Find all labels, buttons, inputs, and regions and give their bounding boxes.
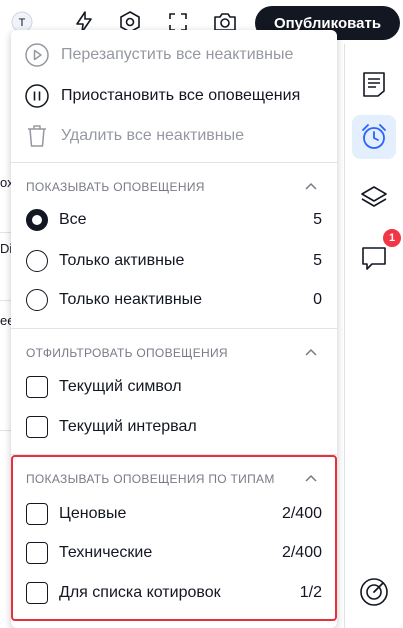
filter-alerts-section-title: ОТФИЛЬТРОВАТЬ ОПОВЕЩЕНИЯ [26, 346, 228, 360]
option-count: 1/2 [299, 584, 322, 601]
pause-all-action[interactable]: Приостановить все оповещения [23, 77, 333, 115]
chevron-up-icon[interactable] [304, 181, 318, 191]
option-count: 5 [313, 211, 322, 228]
option-label: Текущий символ [59, 378, 182, 395]
action-label: Приостановить все оповещения [61, 87, 301, 104]
menu-divider [11, 328, 337, 329]
right-sidebar: 1 [344, 44, 403, 628]
option-label: Текущий интервал [59, 418, 197, 435]
radio-button[interactable] [26, 289, 48, 311]
option-label: Ценовые [59, 505, 127, 522]
checkbox[interactable] [26, 503, 48, 525]
delete-inactive-action[interactable]: Удалить все неактивные [23, 117, 333, 155]
price-alerts-option[interactable]: Ценовые 2/400 [26, 499, 322, 529]
alarm-clock-icon [362, 124, 386, 149]
target-icon [360, 578, 388, 606]
checkbox[interactable] [26, 416, 48, 438]
menu-divider [11, 162, 337, 163]
show-active-option[interactable]: Только активные 5 [26, 246, 322, 276]
radio-button[interactable] [26, 209, 48, 231]
layers-icon [361, 186, 387, 207]
notification-badge: 1 [383, 229, 401, 247]
play-circle-icon [23, 41, 51, 69]
watchlist-button[interactable] [352, 62, 396, 106]
show-inactive-option[interactable]: Только неактивные 0 [26, 285, 322, 315]
action-label: Перезапустить все неактивные [61, 46, 294, 63]
option-label: Для списка котировок [59, 584, 221, 601]
trash-icon [23, 122, 51, 150]
option-label: Только активные [59, 252, 185, 269]
radio-button[interactable] [26, 250, 48, 272]
chats-button[interactable]: 1 [352, 229, 401, 280]
option-count: 5 [313, 252, 322, 269]
option-label: Технические [59, 544, 153, 561]
action-label: Удалить все неактивные [61, 127, 245, 144]
target-button[interactable] [352, 570, 396, 614]
show-alerts-section-title: ПОКАЗЫВАТЬ ОПОВЕЩЕНИЯ [26, 180, 205, 194]
option-count: 2/400 [281, 505, 322, 522]
checkbox[interactable] [26, 376, 48, 398]
checkbox[interactable] [26, 582, 48, 604]
option-label: Все [59, 211, 87, 228]
current-symbol-option[interactable]: Текущий символ [26, 372, 322, 402]
checkbox[interactable] [26, 542, 48, 564]
chevron-up-icon[interactable] [304, 473, 318, 483]
chevron-up-icon[interactable] [304, 347, 318, 357]
option-count: 0 [313, 291, 322, 308]
show-all-option[interactable]: Все 5 [26, 205, 322, 235]
chat-icon [362, 247, 386, 270]
object-tree-button[interactable] [352, 175, 396, 219]
watchlist-icon [363, 72, 385, 97]
alerts-menu: Перезапустить все неактивные Приостанови… [11, 30, 337, 628]
svg-text:T: T [19, 17, 26, 29]
option-count: 2/400 [281, 544, 322, 561]
watchlist-alerts-option[interactable]: Для списка котировок 1/2 [26, 578, 322, 608]
current-interval-option[interactable]: Текущий интервал [26, 412, 322, 442]
pause-circle-icon [23, 82, 51, 110]
technical-alerts-option[interactable]: Технические 2/400 [26, 538, 322, 568]
types-section-title: ПОКАЗЫВАТЬ ОПОВЕЩЕНИЯ ПО ТИПАМ [26, 472, 275, 486]
option-label: Только неактивные [59, 291, 203, 308]
restart-inactive-action[interactable]: Перезапустить все неактивные [23, 36, 333, 74]
alerts-button[interactable] [352, 115, 396, 159]
